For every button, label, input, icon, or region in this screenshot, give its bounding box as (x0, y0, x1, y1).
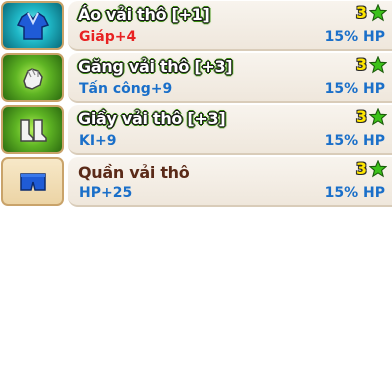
item-stat: Tấn công+9 (79, 81, 173, 97)
star-icon (369, 56, 387, 74)
item-info-panel: Găng vải thô [+3] Tấn công+9 15% HP 3 (68, 53, 392, 103)
item-name: Găng vải thô [+3] (78, 57, 233, 76)
item-icon-slot[interactable] (1, 1, 64, 50)
item-info-panel: Áo vải thô [+1] Giáp+4 15% HP 3 (68, 1, 392, 51)
item-level-number: 3 (355, 159, 367, 178)
item-hp-bonus: 15% HP (324, 185, 385, 201)
star-icon (369, 4, 387, 22)
item-hp-bonus: 15% HP (324, 81, 385, 97)
item-hp-bonus: 15% HP (324, 133, 385, 149)
item-hp-bonus: 15% HP (324, 29, 385, 45)
item-level-number: 3 (355, 107, 367, 126)
item-level-number: 3 (355, 55, 367, 74)
boots-icon (19, 118, 47, 142)
pants-icon (19, 172, 46, 191)
equipment-item[interactable]: Quần vải thô HP+25 15% HP 3 (0, 156, 392, 208)
item-stat: Giáp+4 (79, 29, 137, 45)
item-name: Quần vải thô (78, 163, 190, 182)
item-icon-slot[interactable] (1, 53, 64, 102)
item-icon-slot[interactable] (1, 105, 64, 154)
equipment-item[interactable]: Áo vải thô [+1] Giáp+4 15% HP 3 (0, 0, 392, 52)
item-name: Áo vải thô [+1] (78, 5, 210, 24)
equipment-item[interactable]: Găng vải thô [+3] Tấn công+9 15% HP 3 (0, 52, 392, 104)
star-icon (369, 160, 387, 178)
item-level-number: 3 (355, 3, 367, 22)
shirt-icon (16, 11, 49, 40)
equipment-item[interactable]: Giầy vải thô [+3] KI+9 15% HP 3 (0, 104, 392, 156)
item-icon-slot[interactable] (1, 157, 64, 206)
item-stat: KI+9 (79, 133, 117, 149)
item-info-panel: Giầy vải thô [+3] KI+9 15% HP 3 (68, 105, 392, 155)
item-info-panel: Quần vải thô HP+25 15% HP 3 (68, 157, 392, 207)
item-name: Giầy vải thô [+3] (78, 109, 226, 128)
item-stat: HP+25 (79, 185, 133, 201)
glove-icon (22, 67, 43, 90)
equipment-list: Áo vải thô [+1] Giáp+4 15% HP 3 Găng vải… (0, 0, 392, 208)
star-icon (369, 108, 387, 126)
